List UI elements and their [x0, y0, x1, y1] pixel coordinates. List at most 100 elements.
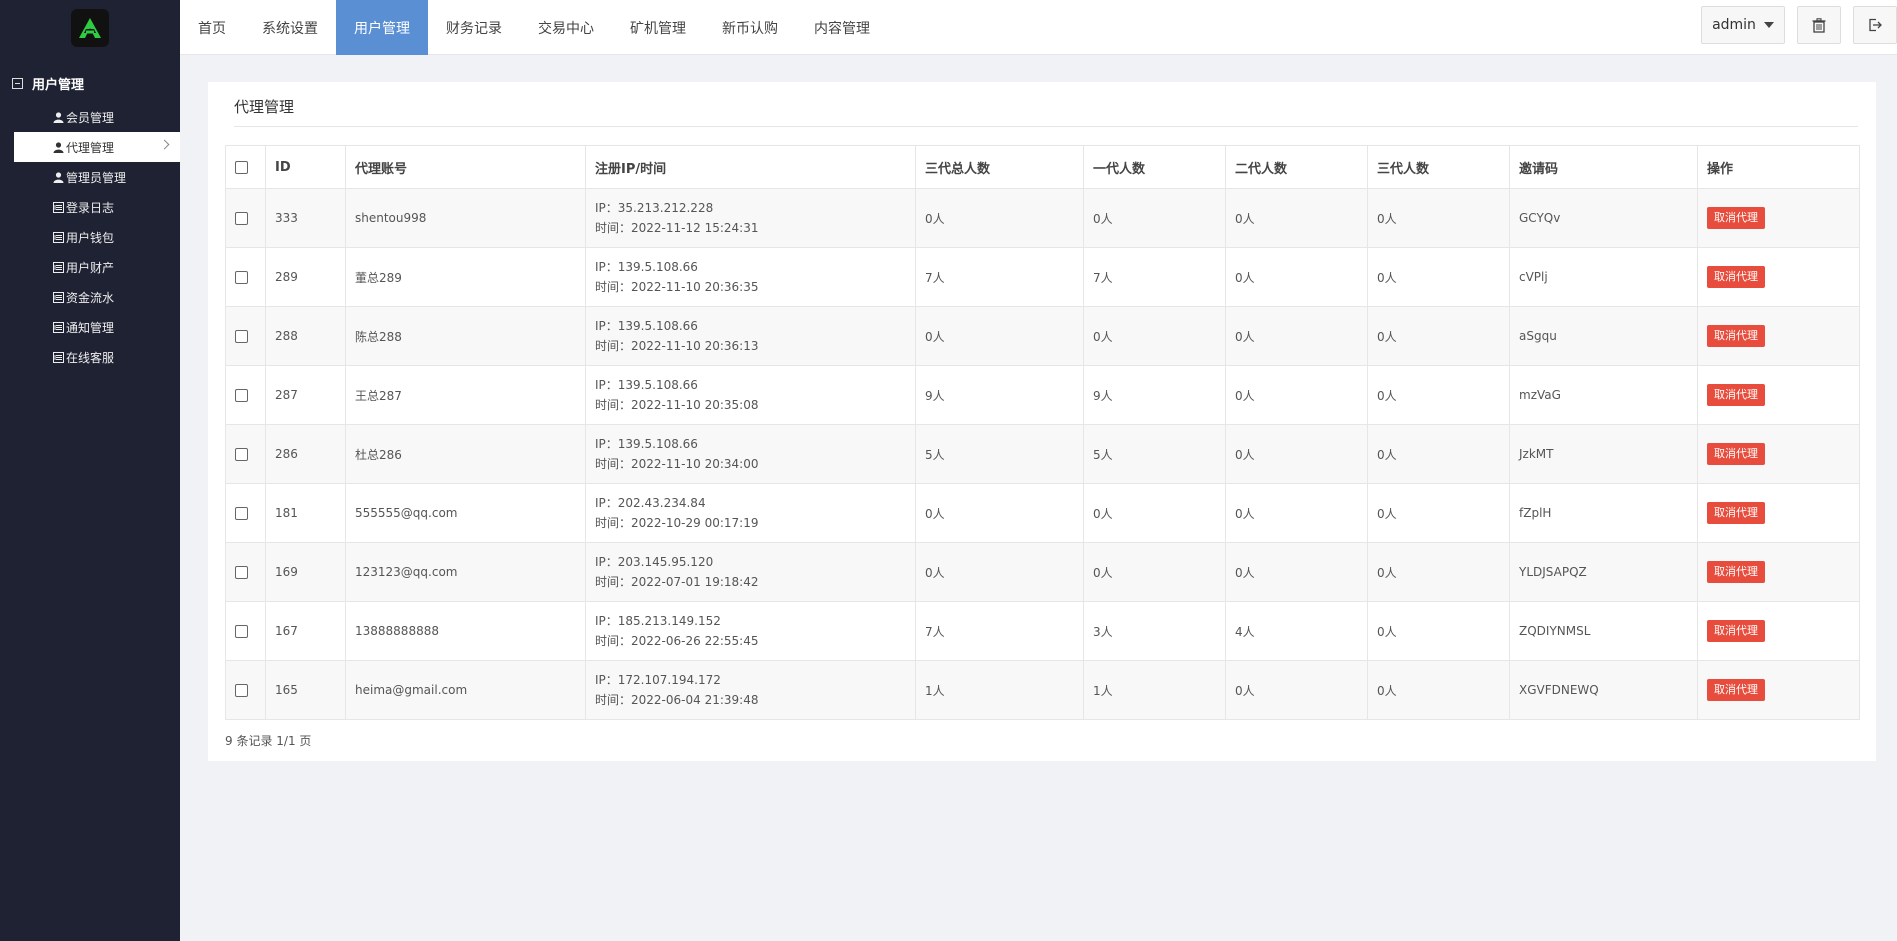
page-title: 代理管理 [234, 98, 295, 116]
cancel-agent-button[interactable]: 取消代理 [1707, 266, 1765, 288]
nav-tab[interactable]: 交易中心 [520, 0, 612, 55]
pagination-summary: 9 条记录 1/1 页 [225, 734, 312, 748]
column-header: 邀请码 [1509, 145, 1698, 189]
nav-tab[interactable]: 首页 [180, 0, 244, 55]
cell-gen3: 0人 [1367, 188, 1510, 248]
sidebar-item-label: 登录日志 [66, 200, 115, 215]
ip-line: IP：139.5.108.66 [595, 375, 906, 395]
cell-id: 169 [265, 542, 346, 602]
ip-line: IP：139.5.108.66 [595, 434, 906, 454]
list-icon [52, 231, 64, 243]
sidebar-item[interactable]: 管理员管理 [14, 162, 180, 192]
sidebar-item[interactable]: 在线客服 [14, 342, 180, 372]
nav-tab[interactable]: 系统设置 [244, 0, 336, 55]
ip-value: 185.213.149.152 [617, 614, 721, 628]
sidebar-group-user-management[interactable]: 用户管理 [0, 68, 180, 98]
sidebar-item[interactable]: 登录日志 [14, 192, 180, 222]
row-checkbox[interactable] [235, 448, 248, 461]
cancel-agent-button[interactable]: 取消代理 [1707, 384, 1765, 406]
ip-prefix: IP： [595, 673, 618, 687]
sidebar-item-label: 用户钱包 [66, 230, 115, 245]
sidebar-item[interactable]: 用户财产 [14, 252, 180, 282]
cell-gen1: 0人 [1083, 306, 1226, 366]
column-header: 三代总人数 [915, 145, 1084, 189]
cell-gen3: 0人 [1367, 306, 1510, 366]
ip-prefix: IP： [595, 555, 618, 569]
row-select-cell [225, 660, 266, 720]
row-checkbox[interactable] [235, 389, 248, 402]
cancel-agent-button[interactable]: 取消代理 [1707, 443, 1765, 465]
cell-ip-time: IP：139.5.108.66 时间：2022-11-10 20:35:08 [585, 365, 916, 425]
cell-total: 0人 [915, 188, 1084, 248]
cell-gen1: 9人 [1083, 365, 1226, 425]
ip-line: IP：35.213.212.228 [595, 198, 906, 218]
cancel-agent-button[interactable]: 取消代理 [1707, 502, 1765, 524]
cancel-agent-button[interactable]: 取消代理 [1707, 207, 1765, 229]
clear-cache-button[interactable] [1797, 6, 1841, 44]
cell-gen2: 0人 [1225, 247, 1368, 307]
cell-action: 取消代理 [1697, 365, 1860, 425]
nav-tab[interactable]: 财务记录 [428, 0, 520, 55]
sidebar: 用户管理 会员管理代理管理 管理员管理登录日志用户钱包用户财产 资金流水 通知管理 在线… [0, 0, 180, 941]
top-navbar: 首页 系统设置 用户管理 财务记录 交易中心 矿机管理 新币认购 内容管理 admin [180, 0, 1897, 55]
time-value: 2022-11-12 15:24:31 [631, 221, 759, 235]
sidebar-item[interactable]: 用户钱包 [14, 222, 180, 252]
row-checkbox[interactable] [235, 684, 248, 697]
row-select-cell [225, 542, 266, 602]
table-row: 167 13888888888 IP：185.213.149.152 时间：2022-… [225, 601, 1860, 661]
row-select-cell [225, 188, 266, 248]
sidebar-item[interactable]: 资金流水 [14, 282, 180, 312]
time-value: 2022-11-10 20:34:00 [631, 457, 759, 471]
row-checkbox[interactable] [235, 330, 248, 343]
nav-tab[interactable]: 内容管理 [796, 0, 888, 55]
cell-id: 289 [265, 247, 346, 307]
time-value: 2022-06-26 22:55:45 [631, 634, 759, 648]
sidebar-group-label: 用户管理 [32, 77, 85, 93]
cell-gen2: 0人 [1225, 306, 1368, 366]
cell-account: 555555@qq.com [345, 483, 586, 543]
app-logo[interactable] [71, 9, 109, 47]
row-checkbox[interactable] [235, 625, 248, 638]
sidebar-item-label: 会员管理 [66, 110, 115, 125]
cell-total: 0人 [915, 542, 1084, 602]
cell-total: 7人 [915, 601, 1084, 661]
table-row: 286 杜总286 IP：139.5.108.66 时间：2022-11-10 20:… [225, 424, 1860, 484]
sidebar-item[interactable]: 代理管理 [14, 132, 180, 162]
cell-total: 9人 [915, 365, 1084, 425]
table-row: 165 heima@gmail.com IP：172.107.194.172 时间：2… [225, 660, 1860, 720]
row-checkbox[interactable] [235, 212, 248, 225]
select-all-checkbox[interactable] [235, 160, 248, 174]
nav-tab[interactable]: 用户管理 [336, 0, 428, 55]
ip-line: IP：172.107.194.172 [595, 670, 906, 690]
column-header: ID [265, 145, 346, 189]
row-checkbox[interactable] [235, 566, 248, 579]
sidebar-item[interactable]: 会员管理 [14, 102, 180, 132]
cancel-agent-button[interactable]: 取消代理 [1707, 620, 1765, 642]
admin-dropdown[interactable]: admin [1701, 6, 1785, 44]
row-checkbox[interactable] [235, 507, 248, 520]
chevron-right-icon [159, 139, 170, 150]
ip-line: IP：185.213.149.152 [595, 611, 906, 631]
nav-tab[interactable]: 矿机管理 [612, 0, 704, 55]
time-prefix: 时间： [595, 398, 632, 412]
cell-gen2: 0人 [1225, 483, 1368, 543]
nav-tab[interactable]: 新币认购 [704, 0, 796, 55]
sidebar-item[interactable]: 通知管理 [14, 312, 180, 342]
user-icon [52, 111, 64, 123]
cell-gen3: 0人 [1367, 247, 1510, 307]
row-select-cell [225, 424, 266, 484]
list-icon [52, 321, 64, 333]
time-prefix: 时间： [595, 516, 632, 530]
cell-id: 333 [265, 188, 346, 248]
cell-gen3: 0人 [1367, 365, 1510, 425]
cancel-agent-button[interactable]: 取消代理 [1707, 679, 1765, 701]
row-checkbox[interactable] [235, 271, 248, 284]
row-select-cell [225, 306, 266, 366]
logout-button[interactable] [1853, 6, 1897, 44]
cell-action: 取消代理 [1697, 660, 1860, 720]
time-value: 2022-11-10 20:35:08 [631, 398, 759, 412]
cancel-agent-button[interactable]: 取消代理 [1707, 561, 1765, 583]
ip-value: 35.213.212.228 [617, 201, 714, 215]
time-line: 时间：2022-11-10 20:36:35 [595, 277, 906, 297]
cancel-agent-button[interactable]: 取消代理 [1707, 325, 1765, 347]
